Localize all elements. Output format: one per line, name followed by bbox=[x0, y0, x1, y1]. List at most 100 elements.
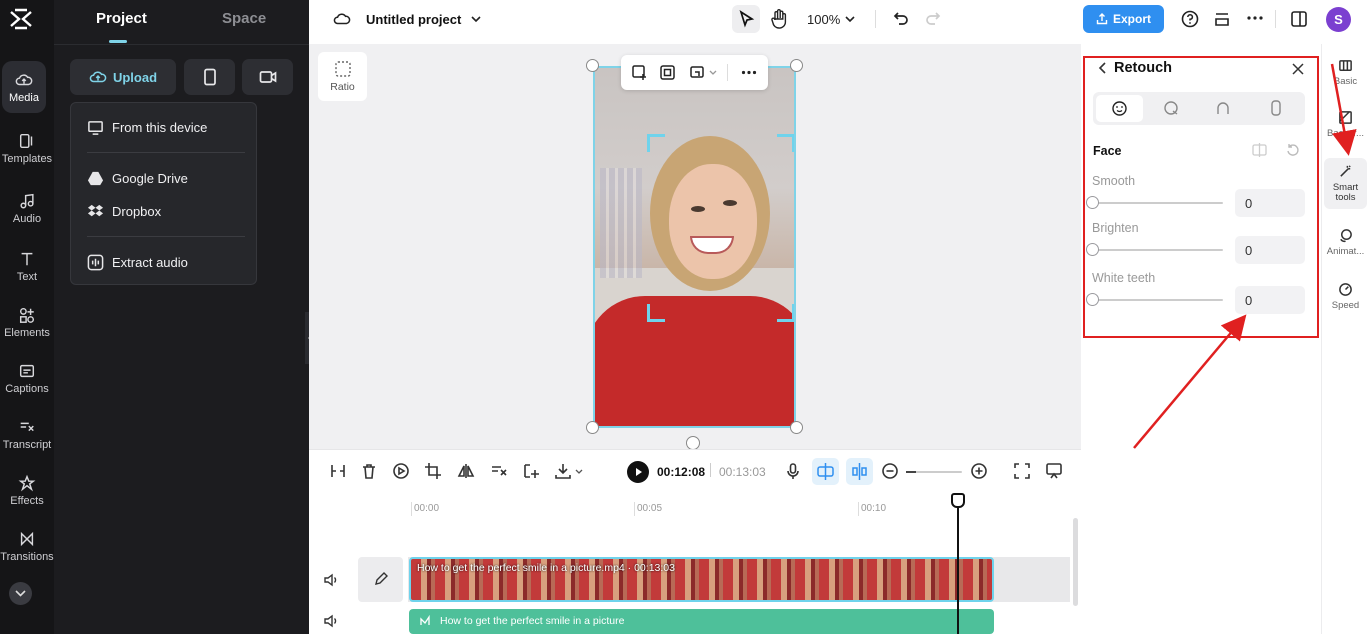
speaker-icon[interactable] bbox=[323, 573, 339, 587]
play-button[interactable] bbox=[627, 461, 649, 483]
link-track-button[interactable] bbox=[846, 458, 873, 485]
download-button[interactable] bbox=[554, 462, 572, 480]
rail-item-templates[interactable]: Templates bbox=[0, 122, 54, 174]
rotate-handle[interactable] bbox=[686, 436, 700, 450]
video-clip[interactable]: How to get the perfect smile in a pictur… bbox=[409, 557, 994, 602]
music-icon bbox=[20, 193, 34, 208]
slider-white-teeth[interactable] bbox=[1093, 299, 1223, 301]
more-tools-button[interactable] bbox=[9, 582, 32, 605]
playhead[interactable] bbox=[957, 493, 959, 634]
preview-button[interactable] bbox=[1045, 462, 1063, 480]
reset-icon[interactable] bbox=[1286, 143, 1300, 157]
ratio-button[interactable]: Ratio bbox=[318, 52, 367, 101]
microphone-button[interactable] bbox=[784, 462, 802, 480]
upload-button[interactable]: Upload bbox=[70, 59, 176, 95]
zoom-in-button[interactable] bbox=[970, 462, 988, 480]
cloud-icon bbox=[15, 73, 33, 85]
slider-knob-brighten[interactable] bbox=[1086, 243, 1099, 256]
monitor-icon bbox=[88, 121, 103, 135]
audio-clip[interactable]: How to get the perfect smile in a pictur… bbox=[409, 609, 994, 634]
freeze-button[interactable] bbox=[522, 462, 540, 480]
rail-item-media[interactable]: Media bbox=[2, 61, 46, 113]
fullscreen-button[interactable] bbox=[1013, 462, 1031, 480]
timeline-scrollbar[interactable] bbox=[1073, 518, 1078, 606]
replace-icon[interactable] bbox=[631, 64, 648, 81]
value-smooth[interactable]: 0 bbox=[1235, 189, 1305, 217]
rail-item-captions[interactable]: Captions bbox=[0, 352, 54, 404]
back-arrow-icon[interactable] bbox=[1098, 62, 1108, 74]
side-item-basic[interactable]: Basic bbox=[1322, 58, 1368, 87]
zoom-level[interactable]: 100% bbox=[807, 12, 840, 27]
tab-face[interactable] bbox=[1096, 95, 1143, 122]
phone-upload-button[interactable] bbox=[184, 59, 235, 95]
upload-dropdown: From this device Google Drive Dropbox Ex… bbox=[70, 102, 257, 285]
auto-snap-button[interactable] bbox=[812, 458, 839, 485]
transcript-button[interactable] bbox=[490, 462, 508, 480]
chevron-down-icon[interactable] bbox=[845, 16, 855, 23]
slider-smooth[interactable] bbox=[1093, 202, 1223, 204]
edit-cover-button[interactable] bbox=[358, 557, 403, 602]
menu-item-from-device[interactable]: From this device bbox=[87, 119, 207, 136]
help-icon[interactable] bbox=[1181, 10, 1199, 28]
resize-handle[interactable] bbox=[790, 59, 803, 72]
value-brighten[interactable]: 0 bbox=[1235, 236, 1305, 264]
body-icon[interactable] bbox=[1269, 99, 1283, 117]
rail-item-elements[interactable]: Elements bbox=[0, 296, 54, 348]
close-icon[interactable] bbox=[1292, 63, 1304, 75]
speaker-icon[interactable] bbox=[323, 614, 339, 628]
capcut-logo[interactable] bbox=[9, 8, 33, 30]
video-preview[interactable] bbox=[593, 66, 796, 428]
speed-button[interactable] bbox=[392, 462, 410, 480]
slider-brighten[interactable] bbox=[1093, 249, 1223, 251]
export-button[interactable]: Export bbox=[1083, 5, 1164, 33]
chevron-down-icon[interactable] bbox=[709, 70, 717, 75]
redo-icon[interactable] bbox=[925, 10, 941, 26]
slider-label-white-teeth: White teeth bbox=[1092, 271, 1156, 285]
rail-item-transcript[interactable]: Transcript bbox=[0, 408, 54, 460]
slider-knob-white-teeth[interactable] bbox=[1086, 293, 1099, 306]
more-icon[interactable] bbox=[741, 70, 757, 75]
resize-handle[interactable] bbox=[586, 421, 599, 434]
side-item-background[interactable]: Backgr... bbox=[1322, 110, 1368, 139]
resize-handle[interactable] bbox=[586, 59, 599, 72]
rail-item-effects[interactable]: Effects bbox=[0, 464, 54, 516]
project-title[interactable]: Untitled project bbox=[366, 12, 461, 27]
section-face: Face bbox=[1093, 144, 1122, 158]
avatar[interactable]: S bbox=[1326, 7, 1351, 32]
crop-button[interactable] bbox=[424, 462, 442, 480]
side-item-smart-tools[interactable]: Smart tools bbox=[1324, 158, 1367, 209]
layout-toggle-icon[interactable] bbox=[1290, 10, 1308, 28]
rail-item-audio[interactable]: Audio bbox=[0, 182, 54, 234]
zoom-out-button[interactable] bbox=[881, 462, 899, 480]
rail-item-transitions[interactable]: Transitions bbox=[0, 520, 54, 572]
undo-icon[interactable] bbox=[893, 10, 909, 26]
compare-icon[interactable] bbox=[1252, 143, 1267, 157]
menu-item-extract-audio[interactable]: Extract audio bbox=[87, 254, 188, 271]
side-item-speed[interactable]: Speed bbox=[1322, 282, 1368, 311]
split-button[interactable] bbox=[329, 462, 347, 480]
tab-project[interactable]: Project bbox=[96, 10, 147, 27]
slider-knob-smooth[interactable] bbox=[1086, 196, 1099, 209]
chevron-down-icon[interactable] bbox=[471, 16, 481, 23]
side-item-animation[interactable]: Animat... bbox=[1322, 228, 1368, 257]
layers-icon[interactable] bbox=[1213, 10, 1231, 28]
face-reshape-icon[interactable] bbox=[1163, 100, 1179, 116]
resize-handle[interactable] bbox=[790, 421, 803, 434]
more-icon[interactable] bbox=[1246, 15, 1264, 21]
select-tool-button[interactable] bbox=[732, 5, 760, 33]
chevron-down-icon[interactable] bbox=[575, 469, 583, 474]
tab-space[interactable]: Space bbox=[222, 10, 266, 27]
mirror-button[interactable] bbox=[457, 462, 475, 480]
value-white-teeth[interactable]: 0 bbox=[1235, 286, 1305, 314]
delete-button[interactable] bbox=[360, 462, 378, 480]
rail-item-text[interactable]: Text bbox=[0, 240, 54, 292]
fit-icon[interactable] bbox=[659, 64, 676, 81]
playhead-handle[interactable] bbox=[951, 493, 965, 508]
face-frame-corner bbox=[647, 134, 665, 152]
makeup-icon[interactable] bbox=[1215, 100, 1231, 116]
menu-item-dropbox[interactable]: Dropbox bbox=[87, 203, 161, 220]
record-button[interactable] bbox=[242, 59, 293, 95]
crop-frame-icon[interactable] bbox=[689, 64, 706, 81]
menu-item-google-drive[interactable]: Google Drive bbox=[87, 170, 188, 187]
hand-icon[interactable] bbox=[769, 8, 789, 30]
